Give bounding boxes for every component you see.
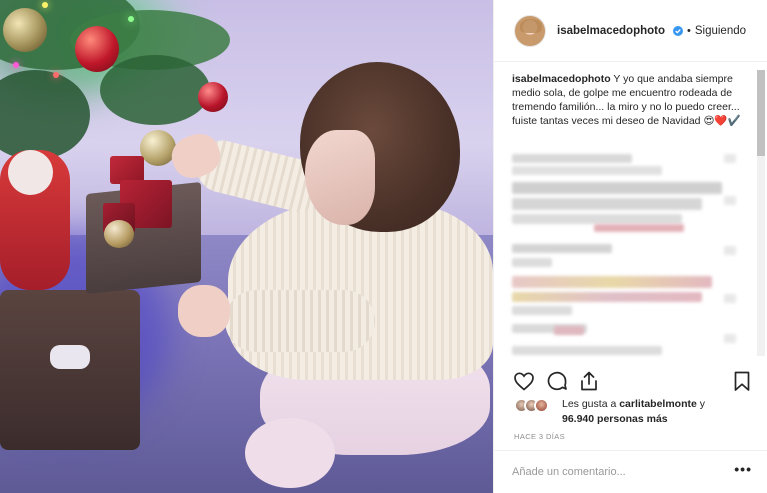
blurred-comment bbox=[724, 246, 736, 255]
gold-ornament bbox=[3, 8, 47, 52]
username-link[interactable]: isabelmacedophoto bbox=[557, 25, 665, 37]
string-light bbox=[42, 2, 48, 8]
string-light bbox=[13, 62, 19, 68]
post-photo[interactable] bbox=[0, 0, 493, 493]
comment-input[interactable] bbox=[512, 464, 712, 480]
blurred-comment bbox=[594, 224, 684, 232]
comments-scrollbar-thumb[interactable] bbox=[757, 70, 765, 156]
string-light bbox=[128, 16, 134, 22]
blurred-comment bbox=[512, 292, 702, 302]
post-header: isabelmacedophoto • Siguiendo bbox=[494, 0, 767, 62]
blurred-comment bbox=[724, 294, 736, 303]
add-comment-bar: ••• bbox=[494, 450, 767, 493]
bookmark-icon[interactable] bbox=[730, 369, 754, 393]
blurred-comment bbox=[724, 334, 736, 343]
likes-summary: Les gusta a carlitabelmonte y 96.940 per… bbox=[514, 396, 764, 430]
blurred-comment bbox=[512, 214, 682, 224]
red-ornament bbox=[75, 26, 119, 72]
liker-username[interactable]: carlitabelmonte bbox=[619, 398, 697, 410]
user-avatar[interactable] bbox=[514, 14, 546, 47]
baby-foot bbox=[245, 418, 335, 488]
blurred-comment bbox=[512, 166, 662, 175]
following-button[interactable]: Siguiendo bbox=[695, 25, 746, 37]
post-side-panel: isabelmacedophoto • Siguiendo isabelmace… bbox=[493, 0, 767, 493]
comments-section: isabelmacedophoto Y yo que andaba siempr… bbox=[494, 62, 767, 362]
comment-icon[interactable] bbox=[545, 369, 569, 393]
red-ornament bbox=[198, 82, 228, 112]
blurred-comment bbox=[512, 276, 712, 288]
gold-ornament bbox=[140, 130, 176, 166]
blurred-comment bbox=[554, 326, 584, 335]
more-options-icon[interactable]: ••• bbox=[734, 461, 752, 477]
blurred-comment bbox=[512, 346, 662, 355]
gold-ornament bbox=[104, 220, 134, 248]
likes-text: Les gusta a carlitabelmonte y 96.940 per… bbox=[562, 397, 762, 427]
baby-arm bbox=[225, 290, 375, 352]
decoration-base bbox=[0, 290, 140, 450]
blurred-comment bbox=[512, 154, 632, 163]
blurred-comment bbox=[724, 154, 736, 163]
likes-connector: y bbox=[696, 398, 705, 410]
baby-hand bbox=[178, 285, 230, 337]
blurred-comment bbox=[512, 258, 552, 267]
blurred-comment bbox=[724, 196, 736, 205]
caption-username[interactable]: isabelmacedophoto bbox=[512, 73, 611, 85]
likes-count[interactable]: 96.940 personas más bbox=[562, 413, 668, 425]
blurred-comment bbox=[512, 198, 702, 210]
heart-icon[interactable] bbox=[512, 369, 536, 393]
decoration-figure bbox=[50, 345, 90, 369]
santa-beard bbox=[8, 150, 53, 195]
blurred-comment bbox=[512, 306, 572, 315]
share-icon[interactable] bbox=[577, 369, 601, 393]
likes-prefix: Les gusta a bbox=[562, 398, 620, 410]
separator-dot: • bbox=[687, 24, 691, 37]
verified-icon bbox=[669, 25, 683, 36]
post-caption: isabelmacedophoto Y yo que andaba siempr… bbox=[512, 72, 748, 128]
tree-branch bbox=[100, 55, 210, 125]
liker-avatar[interactable] bbox=[534, 398, 549, 413]
blurred-comment bbox=[512, 244, 612, 253]
blurred-comment bbox=[512, 182, 722, 194]
string-light bbox=[53, 72, 59, 78]
post-time[interactable]: HACE 3 DÍAS bbox=[514, 432, 565, 441]
